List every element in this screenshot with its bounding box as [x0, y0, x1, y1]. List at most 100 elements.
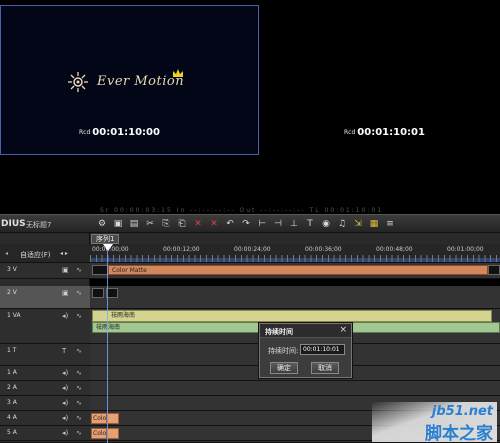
track-row[interactable] [90, 286, 500, 309]
track-row[interactable] [90, 381, 500, 396]
audio-mixer-icon[interactable]: ♫ [335, 217, 349, 231]
timeline-mode-header: ◂ 自适应(F) ◂ ▸ [0, 244, 90, 263]
track-row[interactable]: Color Matte [90, 263, 500, 279]
source-timecode-value: 00:01:10:00 [92, 127, 160, 138]
clip-tail[interactable] [488, 265, 500, 275]
clip-audio-small[interactable] [107, 413, 119, 424]
copy-icon[interactable]: ⎘ [159, 217, 173, 231]
app-brand: DIUS [1, 219, 26, 229]
menu-icon[interactable]: ≡ [383, 217, 397, 231]
speaker-icon[interactable]: ◂) [62, 429, 68, 437]
clip-color-matte[interactable]: Color Matte [108, 265, 488, 275]
track-header-2v[interactable]: 2 V ▣ ∿ [0, 286, 90, 309]
speaker-icon[interactable]: ◂) [62, 399, 68, 407]
clip-audio-color[interactable]: Color [91, 413, 107, 424]
source-preview-monitor[interactable]: Ever Motion Rcd 00:01:10:00 [0, 5, 259, 155]
layout-icon[interactable]: ▦ [367, 217, 381, 231]
waveform-toggle-icon[interactable]: ∿ [76, 429, 88, 437]
ruler-time-label: 00:00:24;00 [234, 246, 271, 253]
watermark-site-name: 脚本之家 [425, 424, 493, 443]
duration-dialog: 持续时间 × 持续时间: 00:01:10:01 确定 取消 [259, 323, 352, 378]
open-icon[interactable]: ▤ [127, 217, 141, 231]
mode-arrows-icon[interactable]: ◂ ▸ [60, 250, 68, 257]
mark-in-icon[interactable]: ⊢ [255, 217, 269, 231]
track-header-1a[interactable]: 1 A ◂) ∿ [0, 366, 90, 381]
title-track-icon[interactable]: T [62, 347, 66, 355]
track-header-4a[interactable]: 4 A ◂) ∿ [0, 411, 90, 426]
watermark-url: jb51.net [431, 404, 493, 419]
video-track-icon[interactable]: ▣ [62, 289, 69, 297]
ruler-time-label: 00:00:48;00 [376, 246, 413, 253]
waveform-toggle-icon[interactable]: ∿ [76, 266, 88, 274]
waveform-toggle-icon[interactable]: ∿ [76, 399, 88, 407]
waveform-toggle-icon[interactable]: ∿ [76, 414, 88, 422]
record-timecode-value: 00:01:10:01 [357, 127, 425, 138]
record-icon[interactable]: ◉ [319, 217, 333, 231]
waveform-toggle-icon[interactable]: ∿ [76, 289, 88, 297]
mark-out-icon[interactable]: ⊣ [271, 217, 285, 231]
status-strip: Sr 00:00:03:15 In --:--:--:-- Out --:--:… [0, 207, 500, 214]
source-timecode: Rcd 00:01:10:00 [79, 127, 160, 138]
clip-va-video[interactable]: 祛雨海南 [92, 310, 492, 322]
cancel-button[interactable]: 取消 [311, 362, 339, 374]
speaker-icon[interactable]: ◂) [62, 369, 68, 377]
duration-field-label: 持续时间: [268, 347, 299, 355]
track-name: 1 T [7, 347, 17, 354]
track-header-1va[interactable]: 1 VA ◂) ∿ [0, 309, 90, 344]
settings-icon[interactable]: ⚙ [95, 217, 109, 231]
track-name: 5 A [7, 429, 17, 436]
waveform-toggle-icon[interactable]: ∿ [76, 347, 88, 355]
track-header-column: ◂ 自适应(F) ◂ ▸ 3 V ▣ ∿ 2 V ▣ ∿ 1 VA ◂) ∿ 1 T T ∿ 1 A ◂)… [0, 233, 90, 443]
undo-icon[interactable]: ↶ [223, 217, 237, 231]
color-matte-thumbnail[interactable] [92, 265, 108, 275]
title-icon[interactable]: T [303, 217, 317, 231]
track-name: 4 A [7, 414, 17, 421]
redo-icon[interactable]: ↷ [239, 217, 253, 231]
tab-sequence-1[interactable]: 序列1 [91, 234, 120, 244]
delete-icon[interactable]: ✕ [191, 217, 205, 231]
clip-2v-a[interactable] [92, 288, 104, 298]
timeline-ruler[interactable]: 00:00:00;00 00:00:12;00 00:00:24;00 00:00:3… [90, 244, 500, 263]
cut-icon[interactable]: ✂ [143, 217, 157, 231]
save-icon[interactable]: ▣ [111, 217, 125, 231]
waveform-toggle-icon[interactable]: ∿ [76, 369, 88, 377]
sun-logo-icon [68, 72, 88, 92]
duration-input[interactable]: 00:01:10:01 [300, 344, 345, 355]
timeline-toolbar: DIUS 无标题7 ⚙ ▣ ▤ ✂ ⎘ ⎗ ✕ ✕ ↶ ↷ ⊢ ⊣ ⊥ T ◉ ♫ ⇲ ▦ ≡ [0, 214, 500, 233]
track-name: 3 A [7, 399, 17, 406]
clip-audio-small[interactable] [107, 428, 119, 439]
site-watermark: jb51.net 脚本之家 [372, 402, 497, 443]
sequence-tab-bar: 序列1 [90, 233, 500, 244]
track-header-1t[interactable]: 1 T T ∿ [0, 344, 90, 366]
ruler-ticks [90, 255, 500, 262]
speaker-icon[interactable]: ◂) [62, 414, 68, 422]
waveform-toggle-icon[interactable]: ∿ [76, 384, 88, 392]
record-timecode-label: Rcd [344, 128, 356, 136]
dialog-title: 持续时间 [265, 328, 293, 336]
track-header-2a[interactable]: 2 A ◂) ∿ [0, 381, 90, 396]
track-name: 3 V [7, 266, 17, 273]
playhead-handle[interactable] [103, 244, 113, 251]
speaker-icon[interactable]: ◂) [62, 384, 68, 392]
track-header-5a[interactable]: 5 A ◂) ∿ [0, 426, 90, 441]
split-icon[interactable]: ⊥ [287, 217, 301, 231]
paste-icon[interactable]: ⎗ [175, 217, 189, 231]
fit-mode-label[interactable]: 自适应(F) [20, 250, 51, 260]
track-name: 1 A [7, 369, 17, 376]
ok-button[interactable]: 确定 [270, 362, 298, 374]
speaker-icon[interactable]: ◂) [62, 312, 68, 320]
ruler-time-label: 00:00:36;00 [305, 246, 342, 253]
track-name: 2 A [7, 384, 17, 391]
close-icon[interactable]: × [339, 325, 347, 335]
track-header-3v[interactable]: 3 V ▣ ∿ [0, 263, 90, 279]
playhead-line [107, 250, 108, 443]
ripple-delete-icon[interactable]: ✕ [207, 217, 221, 231]
export-icon[interactable]: ⇲ [351, 217, 365, 231]
waveform-toggle-icon[interactable]: ∿ [76, 312, 88, 320]
clip-audio-color[interactable]: Color [91, 428, 107, 439]
crown-icon [173, 69, 183, 77]
expand-icon[interactable]: ◂ [5, 250, 8, 257]
dialog-title-bar[interactable]: 持续时间 × [260, 324, 351, 338]
track-header-3a[interactable]: 3 A ◂) ∿ [0, 396, 90, 411]
video-track-icon[interactable]: ▣ [62, 266, 69, 274]
